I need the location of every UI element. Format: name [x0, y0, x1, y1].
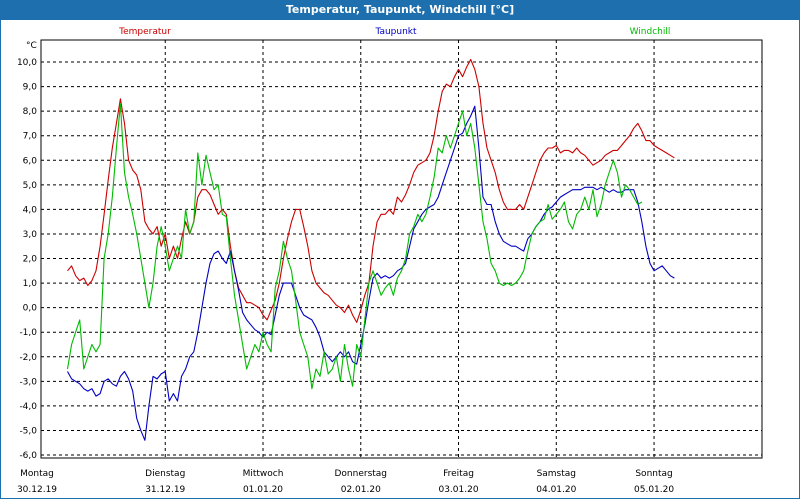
line-chart: -6,0 -5,0 -4,0 -3,0 -2,0 -1,0 0,0 1,0 2,0 3,0 4,0 5…: [17, 27, 763, 495]
y-tick-label: 8,0: [23, 107, 38, 117]
x-tick-day: Dienstag: [145, 469, 185, 479]
y-tick-label: 2,0: [23, 255, 38, 265]
legend: Temperatur Taupunkt Windchill: [118, 27, 670, 37]
y-tick-label: 6,0: [23, 156, 38, 166]
legend-item: Taupunkt: [374, 27, 417, 37]
y-tick-label: 10,0: [17, 58, 37, 68]
legend-item: Windchill: [630, 27, 671, 37]
x-tick-date: 05.01.20: [634, 485, 674, 495]
x-tick-day: Donnerstag: [334, 469, 387, 479]
y-tick-label: 4,0: [23, 205, 38, 215]
x-tick-day: Sonntag: [635, 469, 672, 479]
y-tick-label: 5,0: [23, 181, 38, 191]
x-tick-date: 01.01.20: [243, 485, 283, 495]
y-tick-label: 3,0: [23, 230, 38, 240]
x-tick-date: 04.01.20: [536, 485, 576, 495]
y-tick-label: -2,0: [19, 353, 37, 363]
y-tick-label: -1,0: [19, 328, 37, 338]
x-tick-date: 31.12.19: [145, 485, 185, 495]
x-axis-labels: Montag 30.12.19 Dienstag 31.12.19 Mittwoch 01…: [17, 469, 674, 495]
x-tick-day: Mittwoch: [243, 469, 284, 479]
x-tick-day: Samstag: [537, 469, 576, 479]
y-tick-label: 7,0: [23, 132, 38, 142]
y-tick-label: 1,0: [23, 279, 38, 289]
x-tick-day: Freitag: [443, 469, 474, 479]
y-tick-label: -4,0: [19, 402, 37, 412]
y-tick-label: -6,0: [19, 451, 37, 461]
y-tick-label: 9,0: [23, 83, 38, 93]
legend-item: Temperatur: [118, 27, 171, 37]
x-tick-date: 02.01.20: [341, 485, 381, 495]
x-tick-date: 03.01.20: [438, 485, 478, 495]
y-tick-label: -3,0: [19, 377, 37, 387]
y-tick-label: 0,0: [23, 304, 38, 314]
x-tick-date: 30.12.19: [17, 485, 57, 495]
y-tick-label: -5,0: [19, 426, 37, 436]
y-axis-unit: °C: [26, 41, 37, 51]
x-tick-day: Montag: [20, 469, 54, 479]
y-axis-labels: -6,0 -5,0 -4,0 -3,0 -2,0 -1,0 0,0 1,0 2,0 3,0 4,0 5…: [17, 58, 37, 461]
